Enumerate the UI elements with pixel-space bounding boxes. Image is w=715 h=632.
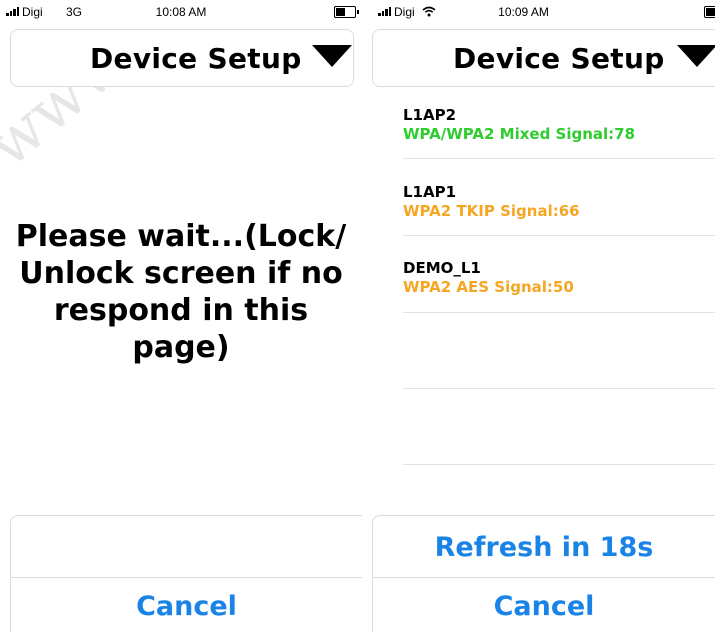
bottom-button-area: Refresh in 18s Cancel [372, 515, 715, 632]
dropdown-caret-icon[interactable] [312, 45, 352, 67]
list-divider [403, 388, 715, 389]
battery-icon [334, 6, 359, 18]
security-signal-label: WPA/WPA2 Mixed Signal:78 [403, 125, 636, 143]
list-divider [403, 158, 715, 159]
page-title: Device Setup [90, 42, 302, 75]
list-divider [403, 312, 715, 313]
ssid-label: L1AP1 [403, 183, 457, 201]
header-bar[interactable]: Device Setup [372, 29, 715, 87]
status-bar: Digi 3G 10:08 AM [0, 0, 362, 26]
wifi-list-item[interactable]: L1AP1 WPA2 TKIP Signal:66 [403, 183, 715, 221]
ssid-label: L1AP2 [403, 106, 457, 124]
wifi-list-item[interactable]: DEMO_L1 WPA2 AES Signal:50 [403, 259, 715, 297]
battery-icon [704, 6, 715, 18]
cancel-button[interactable]: Cancel [373, 591, 715, 622]
button-divider [373, 577, 715, 578]
please-wait-message: Please wait...(Lock/ Unlock screen if no… [15, 219, 347, 365]
screen-gutter [362, 0, 372, 632]
status-time: 10:08 AM [155, 5, 207, 19]
left-screen: Digi 3G 10:08 AM www. Device Setup Pleas… [0, 0, 362, 632]
list-divider [403, 464, 715, 465]
refresh-button[interactable]: Refresh in 18s [373, 532, 715, 563]
header-bar[interactable]: Device Setup [10, 29, 354, 87]
button-divider [11, 577, 362, 578]
bottom-button-area: Cancel [10, 515, 362, 632]
dropdown-caret-icon[interactable] [677, 45, 715, 67]
security-signal-label: WPA2 AES Signal:50 [403, 278, 574, 296]
status-time: 10:09 AM [498, 5, 549, 19]
page-title: Device Setup [453, 42, 665, 75]
ssid-label: DEMO_L1 [403, 259, 481, 277]
status-bar: Digi 10:09 AM [372, 0, 715, 26]
wifi-list-item[interactable]: L1AP2 WPA/WPA2 Mixed Signal:78 [403, 106, 715, 144]
cancel-button[interactable]: Cancel [11, 591, 362, 622]
right-screen: Digi 10:09 AM Device Setup L1AP2 WPA/WPA… [372, 0, 715, 632]
list-divider [403, 235, 715, 236]
security-signal-label: WPA2 TKIP Signal:66 [403, 202, 580, 220]
